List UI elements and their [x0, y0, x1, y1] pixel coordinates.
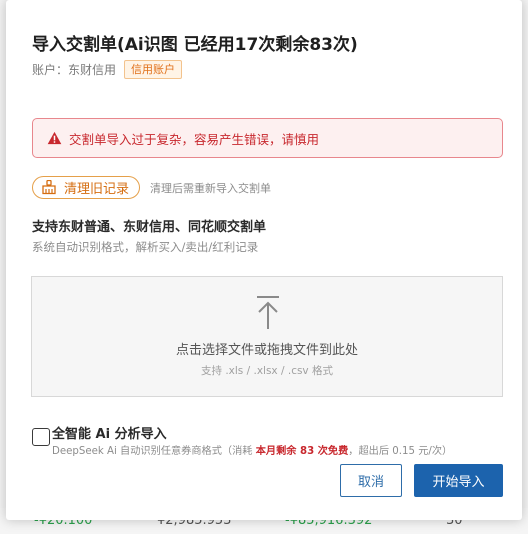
warning-triangle-icon [47, 131, 62, 145]
dialog-title: 导入交割单(Ai识图 已经用17次剩余83次) [32, 35, 358, 55]
ai-import-checkbox[interactable] [32, 428, 50, 446]
broom-icon [42, 180, 56, 195]
ai-desc-highlight: 本月剩余 83 次免费 [255, 446, 349, 457]
account-label: 账户：东财信用 [32, 62, 117, 77]
ai-desc-suffix: ，超出后 0.15 元/次） [348, 446, 453, 457]
clean-button-label: 清理旧记录 [64, 182, 130, 197]
start-import-button[interactable]: 开始导入 [414, 464, 503, 497]
account-info: 账户：东财信用 信用账户 [32, 59, 183, 79]
support-subtitle: 系统自动识别格式，解析买入/卖出/红利记录 [32, 240, 259, 254]
warning-text: 交割单导入过于复杂，容易产生错误，请慎用 [69, 131, 320, 147]
upload-icon [257, 296, 279, 329]
clean-old-records-button[interactable]: 清理旧记录 [32, 176, 141, 199]
cancel-button[interactable]: 取消 [340, 464, 402, 497]
clean-row: 清理旧记录 清理后需重新导入交割单 [32, 176, 271, 199]
file-dropzone[interactable]: 点击选择文件或拖拽文件到此处 支持 .xls / .xlsx / .csv 格式 [31, 276, 503, 397]
account-badge: 信用账户 [124, 59, 183, 79]
warning-banner: 交割单导入过于复杂，容易产生错误，请慎用 [32, 118, 503, 158]
dropzone-formats-text: 支持 .xls / .xlsx / .csv 格式 [201, 365, 333, 377]
clean-hint: 清理后需重新导入交割单 [150, 181, 272, 195]
import-dialog: 导入交割单(Ai识图 已经用17次剩余83次) 账户：东财信用 信用账户 交割单… [6, 0, 522, 520]
dropzone-main-text: 点击选择文件或拖拽文件到此处 [175, 343, 358, 358]
ai-option-title: 全智能 Ai 分析导入 [52, 427, 167, 442]
support-title: 支持东财普通、东财信用、同花顺交割单 [32, 220, 267, 235]
ai-desc-prefix: DeepSeek Ai 自动识别任意券商格式（消耗 [52, 446, 256, 457]
ai-option-description: DeepSeek Ai 自动识别任意券商格式（消耗 本月剩余 83 次免费，超出… [52, 442, 452, 457]
